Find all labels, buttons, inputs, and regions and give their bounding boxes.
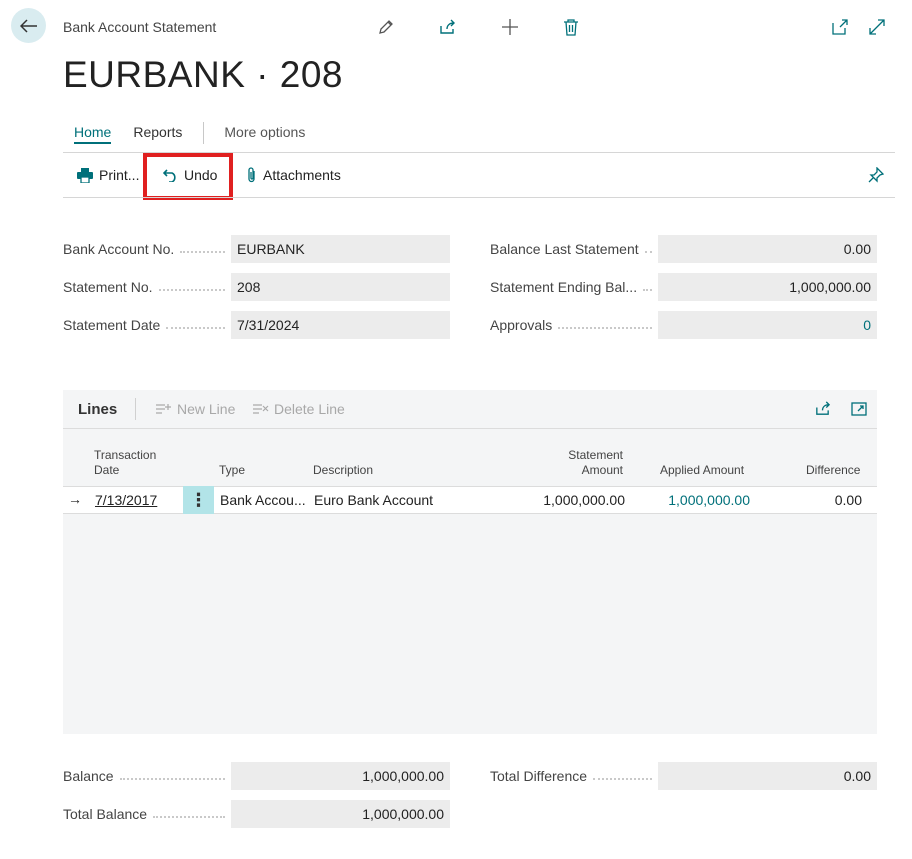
printer-icon [77, 167, 93, 183]
pin-icon [868, 167, 884, 183]
statement-date-field[interactable]: 7/31/2024 [231, 311, 450, 339]
share-button[interactable] [436, 16, 458, 38]
open-new-window-button[interactable] [829, 16, 851, 38]
balance-last-statement-field[interactable]: 0.00 [658, 235, 877, 263]
delete-line-label: Delete Line [274, 401, 345, 417]
balance-label: Balance [63, 768, 114, 784]
difference-cell[interactable]: 0.00 [783, 492, 862, 508]
column-difference[interactable]: Difference [806, 463, 860, 478]
applied-amount-cell[interactable]: 1,000,000.00 [633, 492, 750, 508]
field-approvals: Approvals [490, 311, 658, 339]
arrow-left-icon [19, 18, 37, 33]
approvals-label: Approvals [490, 317, 553, 333]
lines-title: Lines [78, 401, 118, 418]
statement-date-label: Statement Date [63, 317, 161, 333]
column-statement-amount[interactable]: Statement Amount [543, 448, 623, 478]
statement-amount-cell[interactable]: 1,000,000.00 [503, 492, 625, 508]
lines-header: Lines New Line Delete Line [63, 390, 877, 429]
expand-button[interactable] [866, 16, 888, 38]
pin-button[interactable] [868, 153, 890, 197]
field-statement-date: Statement Date [63, 311, 231, 339]
lines-divider [135, 398, 136, 420]
new-button[interactable] [499, 16, 521, 38]
field-statement-no: Statement No. [63, 273, 231, 301]
column-applied-amount[interactable]: Applied Amount [660, 463, 744, 478]
tab-more-options[interactable]: More options [224, 124, 305, 140]
total-difference-field[interactable]: 0.00 [658, 762, 877, 790]
column-label: Date [94, 463, 120, 477]
approvals-field[interactable]: 0 [658, 311, 877, 339]
column-description[interactable]: Description [313, 463, 373, 478]
statement-ending-balance-label: Statement Ending Bal... [490, 279, 638, 295]
divider [63, 197, 895, 198]
current-row-arrow: → [68, 491, 82, 507]
trash-icon [564, 19, 578, 36]
row-menu-button[interactable]: ⋮ [183, 486, 214, 514]
field-statement-ending-balance: Statement Ending Bal... [490, 273, 658, 301]
bank-account-no-label: Bank Account No. [63, 241, 175, 257]
column-type[interactable]: Type [219, 463, 245, 478]
delete-button[interactable] [560, 16, 582, 38]
total-balance-field[interactable]: 1,000,000.00 [231, 800, 450, 828]
attachments-label: Attachments [263, 167, 341, 183]
open-in-new-icon [832, 19, 848, 35]
field-balance-last-statement: Balance Last Statement [490, 235, 658, 263]
bank-account-no-field[interactable]: EURBANK [231, 235, 450, 263]
table-row[interactable]: → 7/13/2017 ⋮ Bank Accou... Euro Bank Ac… [63, 486, 877, 514]
delete-line-icon [253, 404, 269, 414]
breadcrumb: Bank Account Statement [63, 19, 217, 35]
balance-field[interactable]: 1,000,000.00 [231, 762, 450, 790]
lines-expand-button[interactable] [851, 401, 871, 417]
field-total-difference: Total Difference [490, 762, 658, 790]
column-transaction-date[interactable]: Transaction Date [94, 448, 156, 478]
tab-home[interactable]: Home [74, 124, 112, 144]
action-bar: Print... Undo Attachments [63, 153, 895, 200]
total-balance-label: Total Balance [63, 806, 148, 822]
highlight-box [143, 153, 233, 200]
expand-icon [851, 402, 867, 416]
lines-subpage: Lines New Line Delete Line Transaction D… [63, 390, 877, 734]
statement-no-label: Statement No. [63, 279, 153, 295]
total-difference-label: Total Difference [490, 768, 588, 784]
column-label: Transaction [94, 448, 157, 462]
print-button[interactable]: Print... [77, 153, 139, 197]
back-button[interactable] [11, 8, 46, 43]
lines-share-button[interactable] [814, 400, 835, 417]
new-line-button[interactable]: New Line [155, 401, 235, 417]
edit-button[interactable] [375, 16, 397, 38]
delete-line-button[interactable]: Delete Line [252, 401, 345, 417]
more-vertical-icon: ⋮ [189, 489, 208, 510]
action-tabs: Home Reports More options [63, 122, 316, 148]
paperclip-icon [248, 167, 255, 183]
new-line-label: New Line [177, 401, 236, 417]
statement-no-field[interactable]: 208 [231, 273, 450, 301]
share-icon [440, 19, 455, 34]
field-balance: Balance [63, 762, 231, 790]
balance-last-statement-label: Balance Last Statement [490, 241, 639, 257]
transaction-date-cell[interactable]: 7/13/2017 [95, 492, 157, 508]
column-label: Amount [581, 463, 623, 477]
attachments-button[interactable]: Attachments [247, 153, 341, 197]
page-title: EURBANK · 208 [63, 54, 343, 95]
type-cell[interactable]: Bank Accou... [220, 492, 306, 508]
tab-reports[interactable]: Reports [133, 124, 182, 140]
description-cell[interactable]: Euro Bank Account [314, 492, 433, 508]
share-icon [816, 401, 831, 415]
plus-icon [502, 19, 518, 35]
tab-divider [203, 122, 205, 144]
field-total-balance: Total Balance [63, 800, 231, 828]
field-bank-account-no: Bank Account No. [63, 235, 231, 263]
column-label: Statement [568, 448, 623, 462]
pencil-icon [379, 20, 393, 34]
print-label: Print... [99, 167, 140, 183]
expand-icon [869, 19, 885, 35]
new-line-icon [156, 404, 171, 414]
statement-ending-balance-field[interactable]: 1,000,000.00 [658, 273, 877, 301]
